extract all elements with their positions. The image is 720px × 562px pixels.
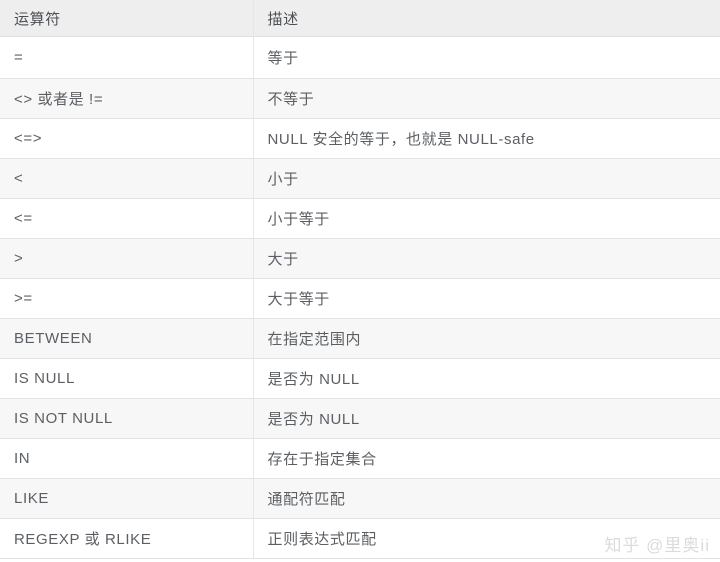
cell-operator: =	[0, 36, 254, 79]
cell-description: 是否为 NULL	[253, 358, 720, 399]
cell-operator: <	[0, 158, 254, 199]
table-row: <> 或者是 != 不等于	[0, 78, 720, 119]
table-row: IS NULL 是否为 NULL	[0, 358, 720, 399]
cell-description: 正则表达式匹配	[253, 518, 720, 559]
table-row: < 小于	[0, 158, 720, 199]
table-body: = 等于 <> 或者是 != 不等于 <=> NULL 安全的等于，也就是 NULL-sa…	[0, 36, 720, 559]
table-row: LIKE 通配符匹配	[0, 478, 720, 519]
cell-description: 小于等于	[253, 198, 720, 239]
cell-operator: <=	[0, 198, 254, 239]
operator-reference-table-panel: 运算符 描述 = 等于 <> 或者是 != 不等于 <=> NULL 安全的等于，也就是 …	[0, 0, 720, 562]
column-header-description: 描述	[253, 0, 720, 37]
table-row: REGEXP 或 RLIKE 正则表达式匹配	[0, 518, 720, 559]
cell-operator: REGEXP 或 RLIKE	[0, 518, 254, 559]
cell-operator: IS NULL	[0, 358, 254, 399]
cell-description: 通配符匹配	[253, 478, 720, 519]
cell-description: 等于	[253, 36, 720, 79]
cell-operator: >=	[0, 278, 254, 319]
table-header-row: 运算符 描述	[0, 0, 720, 37]
column-header-operator: 运算符	[0, 0, 254, 37]
cell-operator: BETWEEN	[0, 318, 254, 359]
cell-operator: LIKE	[0, 478, 254, 519]
cell-description: 不等于	[253, 78, 720, 119]
cell-operator: IN	[0, 438, 254, 479]
table-row: >= 大于等于	[0, 278, 720, 319]
comparison-operators-table: 运算符 描述 = 等于 <> 或者是 != 不等于 <=> NULL 安全的等于，也就是 …	[0, 0, 720, 559]
cell-description: 小于	[253, 158, 720, 199]
cell-description: 大于	[253, 238, 720, 279]
table-row: BETWEEN 在指定范围内	[0, 318, 720, 359]
table-row: IS NOT NULL 是否为 NULL	[0, 398, 720, 439]
cell-description: NULL 安全的等于，也就是 NULL-safe	[253, 118, 720, 159]
cell-operator: >	[0, 238, 254, 279]
cell-description: 是否为 NULL	[253, 398, 720, 439]
table-row: IN 存在于指定集合	[0, 438, 720, 479]
cell-operator: <=>	[0, 118, 254, 159]
cell-operator: <> 或者是 !=	[0, 78, 254, 119]
table-header: 运算符 描述	[0, 0, 720, 37]
cell-description: 大于等于	[253, 278, 720, 319]
cell-operator: IS NOT NULL	[0, 398, 254, 439]
cell-description: 在指定范围内	[253, 318, 720, 359]
table-row: <=> NULL 安全的等于，也就是 NULL-safe	[0, 118, 720, 159]
cell-description: 存在于指定集合	[253, 438, 720, 479]
table-row: <= 小于等于	[0, 198, 720, 239]
table-row: = 等于	[0, 36, 720, 79]
table-row: > 大于	[0, 238, 720, 279]
